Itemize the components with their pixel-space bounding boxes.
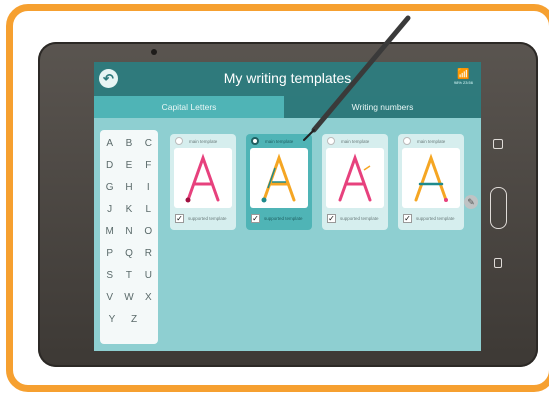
template-card[interactable]: main template ✓ supported template bbox=[398, 134, 464, 230]
check-label: supported template bbox=[188, 216, 227, 221]
letter-item[interactable]: H bbox=[122, 182, 136, 193]
letter-item[interactable]: O bbox=[141, 226, 155, 237]
page-title: My writing templates bbox=[223, 70, 352, 86]
supported-template-checkbox[interactable]: ✓ bbox=[403, 214, 412, 223]
letter-row: A B C bbox=[100, 138, 158, 149]
letter-item[interactable]: T bbox=[122, 270, 136, 281]
letter-item[interactable]: E bbox=[122, 160, 136, 171]
check-row: ✓ supported template bbox=[327, 214, 379, 223]
app-screen: ↶ My writing templates 📶 98% 23:56 Capit… bbox=[94, 62, 481, 351]
letter-item[interactable]: W bbox=[122, 292, 136, 303]
letter-item[interactable]: I bbox=[141, 182, 155, 193]
letter-item[interactable]: Y bbox=[105, 314, 119, 325]
letter-a-tracing-icon bbox=[338, 153, 372, 202]
letter-item[interactable]: B bbox=[122, 138, 136, 149]
letter-item[interactable]: P bbox=[103, 248, 117, 259]
letter-row: V W X bbox=[100, 292, 158, 303]
status-text: 98% 23:56 bbox=[453, 80, 473, 85]
template-card-selected[interactable]: main template ✓ supported template bbox=[246, 134, 312, 230]
radio-label: main template bbox=[417, 138, 446, 144]
recent-apps-button[interactable] bbox=[493, 139, 503, 149]
pencil-icon[interactable]: ✎ bbox=[464, 195, 478, 209]
supported-template-checkbox[interactable]: ✓ bbox=[251, 214, 260, 223]
letter-item[interactable]: R bbox=[141, 248, 155, 259]
radio-row: main template bbox=[175, 137, 217, 145]
letter-item[interactable]: V bbox=[103, 292, 117, 303]
letter-item[interactable]: M bbox=[103, 226, 117, 237]
main-template-radio[interactable] bbox=[251, 137, 259, 145]
letter-item[interactable]: L bbox=[141, 204, 155, 215]
letter-item[interactable]: X bbox=[141, 292, 155, 303]
top-bar: ↶ My writing templates 📶 98% 23:56 bbox=[94, 62, 481, 96]
letter-item[interactable]: C bbox=[141, 138, 155, 149]
letter-row: S T U bbox=[100, 270, 158, 281]
letter-item[interactable]: N bbox=[122, 226, 136, 237]
tab-bar: Capital Letters Writing numbers bbox=[94, 96, 481, 118]
letter-preview bbox=[326, 148, 384, 208]
check-label: supported template bbox=[416, 216, 455, 221]
letter-row: G H I bbox=[100, 182, 158, 193]
supported-template-checkbox[interactable]: ✓ bbox=[175, 214, 184, 223]
letter-a-tracing-icon bbox=[185, 153, 220, 203]
check-label: supported template bbox=[264, 216, 303, 221]
letter-row: J K L bbox=[100, 204, 158, 215]
letter-preview bbox=[250, 148, 308, 208]
check-row: ✓ supported template bbox=[175, 214, 227, 223]
letter-item[interactable]: U bbox=[141, 270, 155, 281]
radio-label: main template bbox=[189, 138, 218, 144]
letter-item[interactable]: F bbox=[141, 160, 155, 171]
letter-preview bbox=[402, 148, 460, 208]
letter-item[interactable]: Z bbox=[127, 314, 141, 325]
check-label: supported template bbox=[340, 216, 379, 221]
check-row: ✓ supported template bbox=[251, 214, 303, 223]
letter-item[interactable]: A bbox=[103, 138, 117, 149]
letter-item[interactable]: S bbox=[103, 270, 117, 281]
letter-row: Y Z bbox=[100, 314, 163, 325]
supported-template-checkbox[interactable]: ✓ bbox=[327, 214, 336, 223]
letter-item[interactable]: J bbox=[103, 204, 117, 215]
template-card[interactable]: main template ✓ supported template bbox=[170, 134, 236, 230]
main-template-radio[interactable] bbox=[175, 137, 183, 145]
tab-capital-letters[interactable]: Capital Letters bbox=[94, 96, 284, 118]
check-row: ✓ supported template bbox=[403, 214, 455, 223]
wifi-icon: 📶 98% 23:56 bbox=[453, 69, 473, 85]
letter-item[interactable]: D bbox=[103, 160, 117, 171]
letter-a-tracing-icon bbox=[261, 153, 296, 203]
android-back-button[interactable] bbox=[494, 258, 502, 268]
letter-item[interactable]: Q bbox=[122, 248, 136, 259]
letter-row: D E F bbox=[100, 160, 158, 171]
letter-preview bbox=[174, 148, 232, 208]
camera-icon bbox=[151, 49, 157, 55]
letter-a-tracing-icon bbox=[414, 153, 448, 202]
letter-list: A B C D E F G H I J K L M N O P Q R S T … bbox=[100, 130, 158, 344]
template-card[interactable]: main template ✓ supported template bbox=[322, 134, 388, 230]
letter-item[interactable]: G bbox=[103, 182, 117, 193]
letter-item[interactable]: K bbox=[122, 204, 136, 215]
letter-row: P Q R bbox=[100, 248, 158, 259]
stylus-icon bbox=[303, 15, 411, 141]
home-button[interactable] bbox=[490, 187, 507, 229]
radio-row: main template bbox=[251, 137, 293, 145]
letter-row: M N O bbox=[100, 226, 158, 237]
